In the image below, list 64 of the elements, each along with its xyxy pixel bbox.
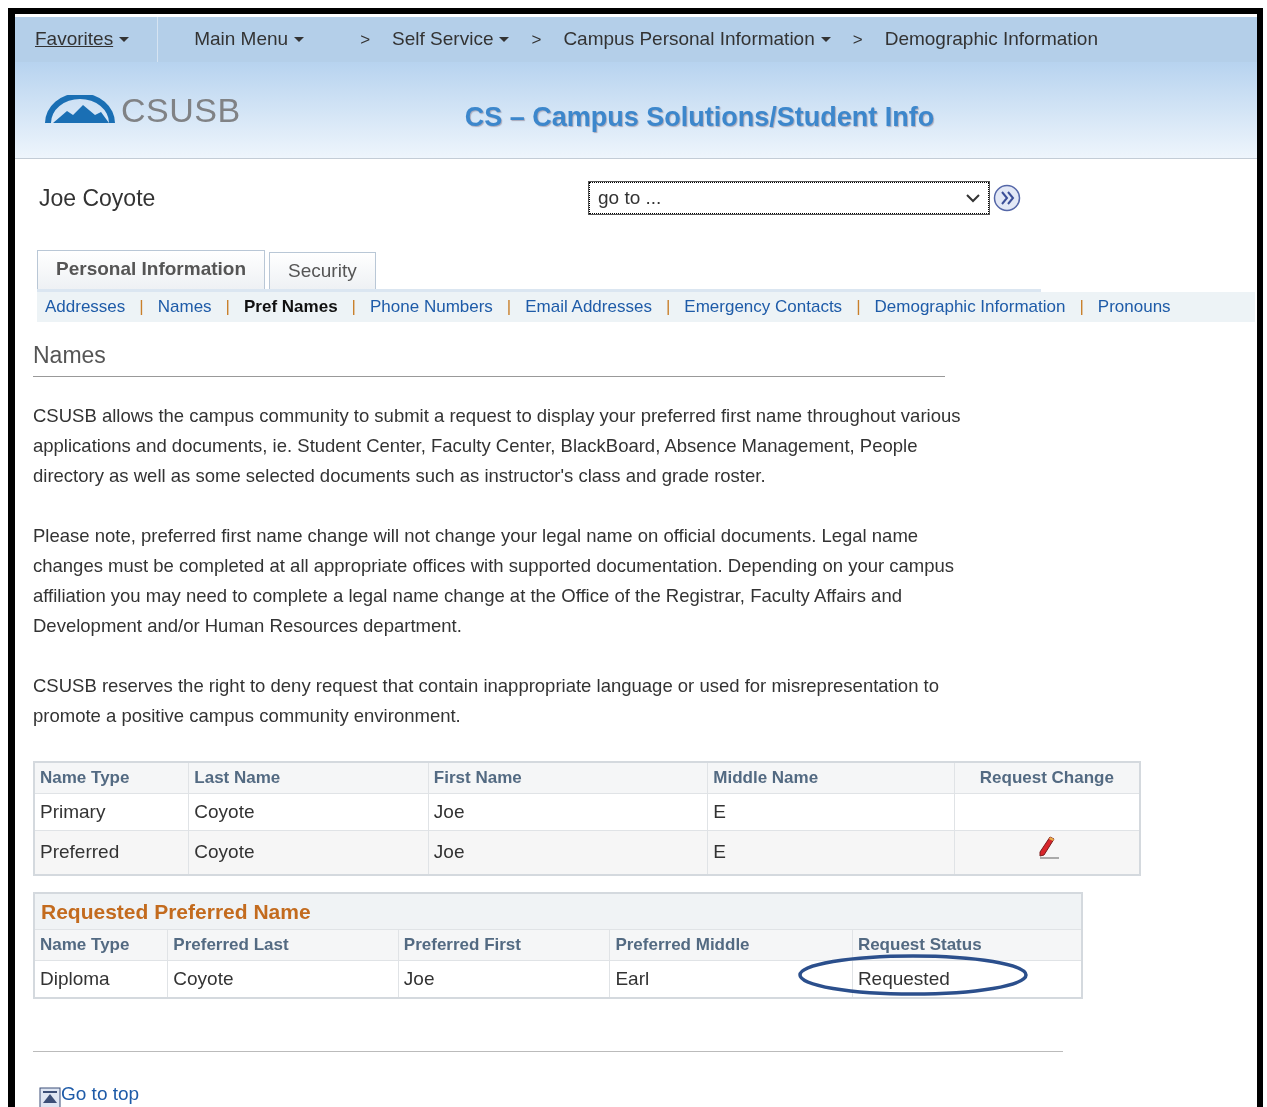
table-cell: Coyote <box>173 967 234 989</box>
breadcrumb-link[interactable]: Main Menu <box>194 25 289 54</box>
subnav-link[interactable]: Names <box>157 294 212 320</box>
breadcrumb-separator: > <box>531 28 542 51</box>
subnav-link[interactable]: Emergency Contacts <box>684 294 843 320</box>
table-cell: Coyote <box>188 793 429 831</box>
column-header: Last Name <box>188 762 429 793</box>
caret-icon[interactable] <box>119 37 130 42</box>
breadcrumb-link[interactable]: Campus Personal Information <box>563 25 815 54</box>
breadcrumb-link[interactable]: Favorites <box>35 25 114 54</box>
breadcrumb-link[interactable]: Demographic Information <box>884 25 1098 54</box>
table-cell: E <box>707 793 955 831</box>
column-header: Name Type <box>34 929 168 960</box>
table-cell: E <box>707 830 955 875</box>
breadcrumb-link[interactable]: Self Service <box>392 25 494 54</box>
section-title: Names <box>33 337 945 377</box>
table-cell: Joe <box>428 793 708 831</box>
breadcrumb-separator: > <box>360 28 371 51</box>
subnav-link[interactable]: Email Addresses <box>525 294 652 320</box>
caret-icon[interactable] <box>499 37 510 42</box>
arrow-up-bar-icon <box>39 1086 61 1107</box>
table-cell: Requested <box>857 967 950 989</box>
subnav-link[interactable]: Demographic Information <box>874 294 1066 320</box>
table-cell: Joe <box>428 830 708 875</box>
go-to-top-link[interactable]: Go to top <box>39 1080 140 1107</box>
column-header: Name Type <box>34 762 189 793</box>
nav-separator: | <box>506 296 512 318</box>
page-title: CS – Campus Solutions/Student Info <box>464 100 935 134</box>
column-header: First Name <box>428 762 708 793</box>
breadcrumb-separator: > <box>852 28 863 51</box>
subnav-link[interactable]: Pronouns <box>1097 294 1171 320</box>
paragraph: Please note, preferred first name change will not change your legal name on official documents. Legal name changes must be completed at all appropriate offices with supported documentation. Depending on your campus affiliation you may need to complete a legal name change at the Office of the Registrar, Faculty Affairs and Development and/or Human Resources department. <box>33 524 956 638</box>
chevron-down-icon[interactable] <box>966 193 980 204</box>
table-cell: Preferred <box>34 830 189 875</box>
go-button[interactable] <box>993 184 1021 213</box>
logo: CSUSB <box>39 84 241 136</box>
goto-select[interactable]: go to ... <box>589 182 989 215</box>
paragraph: CSUSB reserves the right to deny request that contain inappropriate language or used for misrepresentation to promote a positive campus community environment. <box>33 674 940 728</box>
nav-separator: | <box>225 296 231 318</box>
nav-separator: | <box>665 296 671 318</box>
table-cell: Diploma <box>40 967 110 989</box>
nav-separator: | <box>856 296 861 318</box>
subnav-link[interactable]: Addresses <box>45 294 126 320</box>
table-cell: Coyote <box>188 830 429 875</box>
tab[interactable]: Security <box>269 251 376 289</box>
tab[interactable]: Personal Information <box>37 249 266 289</box>
nav-separator: | <box>1079 296 1084 318</box>
paragraph: CSUSB allows the campus community to submit a request to display your preferred first name throughout various applications and documents, ie. Student Center, Faculty Center, BlackBoard, Absence Management, People directory as well as some selected documents such as instructor's class and grade roster. <box>33 404 962 488</box>
user-name: Joe Coyote <box>39 184 156 213</box>
table-cell: Primary <box>34 793 189 831</box>
subnav-link[interactable]: Phone Numbers <box>370 294 493 320</box>
nav-separator: | <box>351 296 356 318</box>
column-header: Middle Name <box>707 762 955 793</box>
column-header: Preferred First <box>398 929 610 960</box>
table-cell: Earl <box>615 967 650 989</box>
table-cell: Joe <box>403 967 435 989</box>
subnav-link[interactable]: Pref Names <box>244 294 338 320</box>
column-header: Preferred Last <box>167 929 399 960</box>
caret-icon[interactable] <box>294 37 305 42</box>
column-header: Preferred Middle <box>609 929 853 960</box>
table-title: Requested Preferred Name <box>34 892 1082 930</box>
nav-separator: | <box>139 296 144 318</box>
caret-icon[interactable] <box>820 37 831 42</box>
column-header: Request Change <box>954 762 1140 793</box>
